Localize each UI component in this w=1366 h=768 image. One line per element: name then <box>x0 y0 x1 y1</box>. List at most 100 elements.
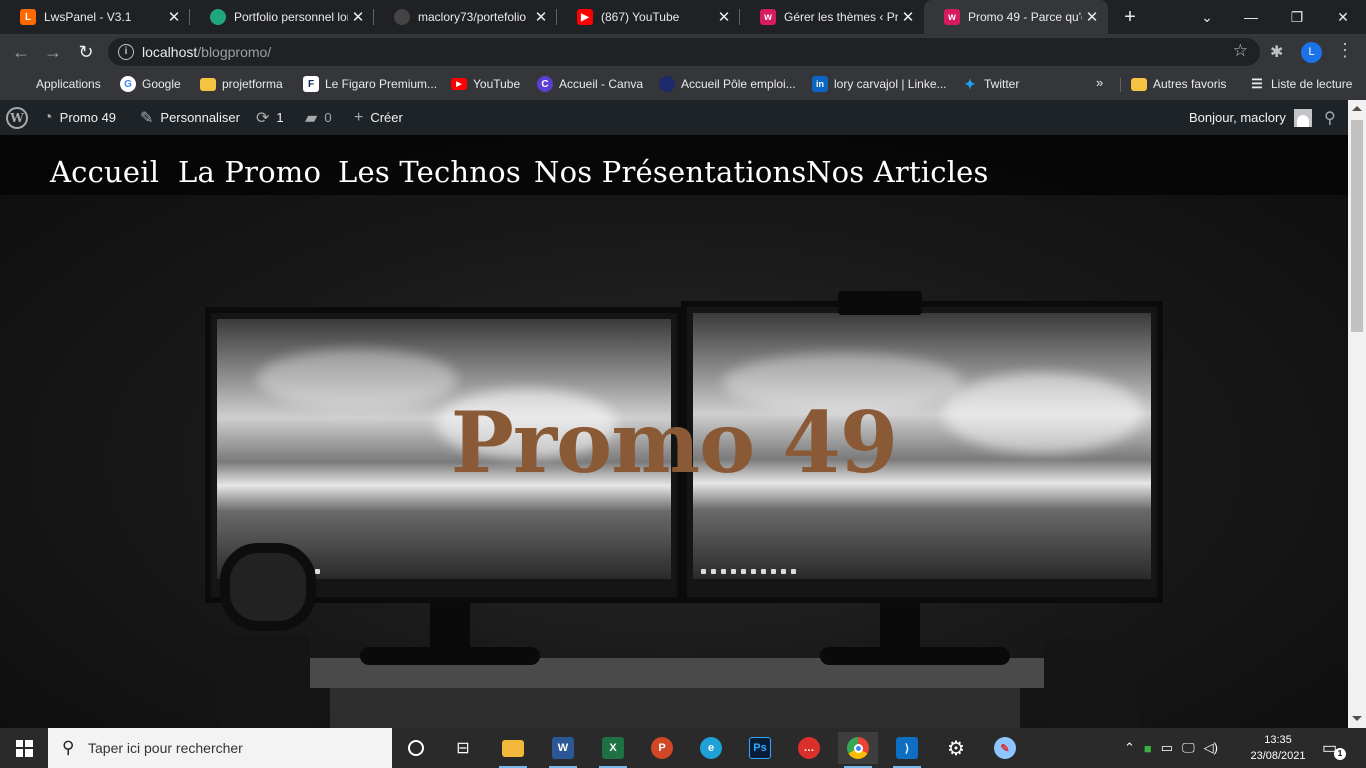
nav-la-promo[interactable]: La Promo <box>178 155 321 189</box>
tray-app-icon[interactable]: ■ <box>1144 741 1152 756</box>
extensions-puzzle-icon[interactable]: ✱ <box>1270 42 1283 62</box>
reload-icon[interactable]: ↻ <box>73 39 99 65</box>
bookmark-label: Twitter <box>984 77 1020 91</box>
nav-nos-presentations[interactable]: Nos Présentations <box>534 155 807 189</box>
word-button[interactable]: W <box>543 732 583 768</box>
tab-title: maclory73/portefolio <box>418 10 527 24</box>
close-tab-icon[interactable]: ✕ <box>898 8 918 26</box>
settings-button[interactable]: ⚙ <box>936 732 976 764</box>
nav-les-technos[interactable]: Les Technos <box>338 155 521 189</box>
twitter-icon: ✦ <box>964 75 976 92</box>
url-text[interactable]: localhost/blogpromo/ <box>142 44 271 60</box>
battery-icon[interactable]: ▭ <box>1161 740 1173 756</box>
bookmark-star-icon[interactable]: ☆ <box>1233 41 1248 61</box>
bookmark-twitter[interactable]: ✦ Twitter <box>962 70 1019 98</box>
excel-icon: X <box>602 737 624 759</box>
chat-app-button[interactable]: … <box>789 732 829 764</box>
close-window-icon[interactable]: ✕ <box>1320 0 1366 34</box>
admin-updates[interactable]: ⟳ 1 <box>256 100 284 135</box>
photoshop-button[interactable]: Ps <box>740 732 780 764</box>
browser-menu-icon[interactable]: ⋮ <box>1336 40 1354 61</box>
scrollbar-thumb[interactable] <box>1351 120 1363 332</box>
browser-tab[interactable]: w Gérer les thèmes ‹ Promo ✕ <box>740 0 924 34</box>
bookmarks-bar: Applications G Google projetforma F Le F… <box>0 70 1366 100</box>
admin-customize[interactable]: ✎ Personnaliser <box>140 100 240 135</box>
chat-app-icon: … <box>798 737 820 759</box>
site-info-icon[interactable]: i <box>118 44 134 60</box>
chrome-button[interactable] <box>838 732 878 768</box>
new-tab-plus-icon[interactable]: + <box>1120 6 1140 28</box>
vscode-icon: ⟩ <box>896 737 918 759</box>
pole-emploi-icon <box>659 76 675 92</box>
speaker-left <box>218 635 310 728</box>
admin-account[interactable]: Bonjour, maclory <box>1189 100 1312 135</box>
browser-tab[interactable]: maclory73/portefolio ✕ <box>374 0 557 34</box>
search-placeholder: Taper ici pour rechercher <box>88 740 243 756</box>
reading-list-icon: ☰ <box>1251 76 1263 91</box>
portfolio-icon <box>210 9 226 25</box>
scroll-down-arrow-icon[interactable] <box>1352 716 1362 721</box>
scroll-up-arrow-icon[interactable] <box>1352 106 1362 111</box>
bookmark-figaro[interactable]: F Le Figaro Premium... <box>303 70 437 98</box>
bookmark-pole-emploi[interactable]: Accueil Pôle emploi... <box>659 70 796 98</box>
close-tab-icon[interactable]: ✕ <box>164 8 184 26</box>
site-navigation: Accueil La Promo Les Technos Nos Présent… <box>0 135 1348 195</box>
browser-tab[interactable]: Portfolio personnel lory ✕ <box>190 0 374 34</box>
task-view-button[interactable] <box>396 732 436 764</box>
bookmark-projetforma[interactable]: projetforma <box>200 70 283 98</box>
network-icon[interactable]: 🖵 <box>1182 740 1195 756</box>
address-bar[interactable]: i localhost/blogpromo/ ☆ <box>108 38 1260 66</box>
paint-button[interactable]: ✎ <box>985 732 1025 764</box>
edge-button[interactable]: e <box>691 732 731 764</box>
timeline-button[interactable]: ⊟ <box>443 732 483 764</box>
admin-new-content[interactable]: + Créer <box>354 100 403 135</box>
excel-button[interactable]: X <box>593 732 633 768</box>
back-arrow-icon[interactable]: ← <box>8 39 34 65</box>
volume-icon[interactable]: ◁) <box>1204 740 1218 756</box>
browser-tab[interactable]: ▶ (867) YouTube ✕ <box>557 0 740 34</box>
show-hidden-icons-chevron-icon[interactable]: ⌃ <box>1124 740 1135 756</box>
system-tray: ⌃ ■ ▭ 🖵 ◁) <box>1124 728 1227 768</box>
bookmark-applications[interactable]: Applications <box>14 70 101 98</box>
wordpress-logo[interactable]: W <box>6 100 35 135</box>
vscode-button[interactable]: ⟩ <box>887 732 927 768</box>
profile-avatar[interactable]: L <box>1301 42 1322 63</box>
nav-accueil[interactable]: Accueil <box>50 155 159 189</box>
close-tab-icon[interactable]: ✕ <box>714 8 734 26</box>
tab-search-chevron-icon[interactable]: ⌄ <box>1184 0 1230 34</box>
close-tab-icon[interactable]: ✕ <box>348 8 368 26</box>
bookmark-canva[interactable]: C Accueil - Canva <box>537 70 643 98</box>
bookmark-youtube[interactable]: ▶ YouTube <box>451 70 520 98</box>
url-host: localhost <box>142 44 198 60</box>
restore-icon[interactable]: ❐ <box>1274 0 1320 34</box>
hero-title: Promo 49 <box>450 393 899 492</box>
page-scrollbar[interactable] <box>1348 100 1366 728</box>
file-explorer-button[interactable] <box>493 732 533 768</box>
comments-count: 0 <box>324 110 332 125</box>
bookmark-google[interactable]: G Google <box>120 70 181 98</box>
screen-taskbar <box>701 569 1143 575</box>
reading-list[interactable]: ☰ Liste de lecture <box>1249 70 1352 98</box>
desk-front <box>330 688 1020 728</box>
nav-nos-articles[interactable]: Nos Articles <box>806 155 989 189</box>
powerpoint-button[interactable]: P <box>642 732 682 764</box>
taskbar-search[interactable]: ⚲ Taper ici pour rechercher <box>48 728 392 768</box>
bookmark-other-favorites[interactable]: Autres favoris <box>1131 70 1226 98</box>
more-bookmarks-chevron-icon[interactable]: » <box>1096 75 1103 90</box>
admin-search[interactable]: ⚲ <box>1324 100 1343 135</box>
browser-tab-active[interactable]: w Promo 49 - Parce qu'on ✕ <box>924 0 1108 34</box>
bookmark-label: YouTube <box>473 77 521 91</box>
minimize-icon[interactable]: — <box>1228 0 1274 34</box>
bookmark-linkedin[interactable]: in lory carvajol | Linke... <box>812 70 947 98</box>
start-button[interactable] <box>0 728 48 768</box>
close-tab-icon[interactable]: ✕ <box>1082 8 1102 26</box>
system-clock[interactable]: 13:35 23/08/2021 <box>1248 732 1308 764</box>
admin-site-name[interactable]: ◔ Promo 49 <box>43 100 116 135</box>
browser-tab[interactable]: L LwsPanel - V3.1 ✕ <box>0 0 190 34</box>
forward-arrow-icon[interactable]: → <box>40 39 66 65</box>
close-tab-icon[interactable]: ✕ <box>531 8 551 26</box>
file-explorer-icon <box>502 739 524 757</box>
admin-comments[interactable]: ▰ 0 <box>305 100 332 135</box>
tab-title: LwsPanel - V3.1 <box>44 10 132 24</box>
apps-grid-icon <box>14 76 30 92</box>
